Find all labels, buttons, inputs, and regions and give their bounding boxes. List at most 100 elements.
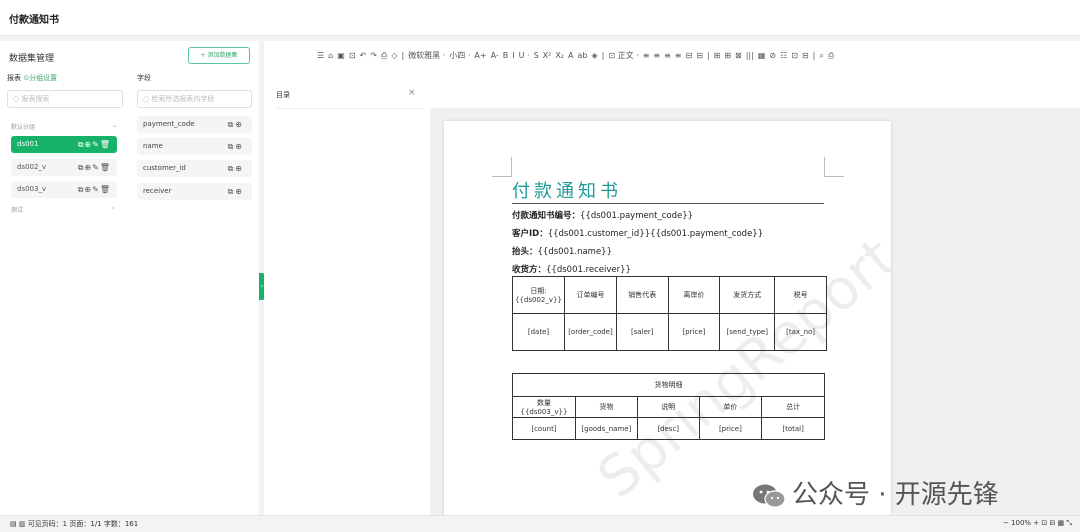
toolbar-button[interactable]: ⌂ [328,51,333,60]
toolbar-button[interactable]: A [568,51,573,60]
chevron-right-icon: › [112,205,115,212]
dataset-actions-icons[interactable]: ⧉⊕✎🗑 [78,159,111,176]
toolbar-button[interactable]: ⊞ [714,51,721,60]
dataset-item[interactable]: ds003_v ⧉⊕✎🗑 [11,181,117,198]
watermark: SpringReport [585,225,891,512]
toolbar-button[interactable]: ↶ [360,51,367,60]
fields-label: 字段 [137,74,151,82]
toolbar-button[interactable]: ⎙ [381,51,387,60]
line-value: {{ds001.customer_id}}{{ds001.payment_cod… [547,229,764,239]
table-header-cell[interactable]: 总计 [761,396,825,418]
report-search-input[interactable]: ○ 报表搜索 [7,90,123,108]
field-name: payment_code [143,120,195,128]
field-actions-icons[interactable]: ⧉⊕ [228,160,244,177]
toolbar-button[interactable]: ⊡ 正文 · [608,51,638,60]
table-header-cell[interactable]: 销售代表 [615,276,669,314]
toolbar-button[interactable]: ≡ [675,51,682,60]
table-header-cell[interactable]: 发货方式 [719,276,776,314]
toolbar-button[interactable]: A- [491,51,499,60]
toolbar-button[interactable]: ▦ [758,51,766,60]
editor-toolbar: ☰ ⌂ ▣ ⊡ ↶ ↷ ⎙ ◇ | 微软雅黑 · 小四 · A+ A- B I U · S X² X₂ Aab ◈ | ⊡ … [317,50,1037,66]
header-name-line[interactable]: 抬头：{{ds001.name}} [512,245,612,257]
toolbar-button[interactable]: ≡ [664,51,671,60]
receiver-line[interactable]: 收货方：{{ds001.receiver}} [512,263,631,275]
toolbar-button[interactable]: ☰ [317,51,324,60]
dataset-name: ds001 [17,140,39,148]
field-item[interactable]: payment_code ⧉⊕ [137,116,252,133]
toolbar-button[interactable]: ⎙ [828,51,834,60]
add-dataset-button[interactable]: + 添加数据集 [188,47,250,64]
toolbar-button[interactable]: X₂ [555,51,564,60]
toolbar-button[interactable]: ⊞ [724,51,731,60]
page-title: 付款通知书 [9,15,59,26]
close-icon[interactable]: × [408,88,416,98]
page-status: ▤ ▥ 可见页码：1 页面：1/1 字数：161 [10,519,138,529]
field-actions-icons[interactable]: ⧉⊕ [228,138,244,155]
table-header-cell[interactable]: 日期:{{ds002_v}} [512,276,565,314]
test-group[interactable]: 测试 › [11,205,127,214]
dataset-item[interactable]: ds002_v ⧉⊕✎🗑 [11,159,117,176]
field-actions-icons[interactable]: ⧉⊕ [228,183,244,200]
top-bar: 付款通知书 [0,0,1080,36]
zoom-out-button[interactable]: − [1003,519,1011,527]
toolbar-button[interactable]: ⌕ [819,51,823,60]
field-actions-icons[interactable]: ⧉⊕ [228,116,244,133]
document-page[interactable]: 付款通知书 付款通知书编号：{{ds001.payment_code}} 客户I… [444,121,891,516]
toolbar-button[interactable]: ||| [746,51,754,60]
toolbar-button[interactable]: ⊟ [686,51,693,60]
table-cell[interactable]: [count] [512,417,576,440]
toolbar-button[interactable]: I [512,51,514,60]
toolbar-button[interactable]: ⊠ [735,51,742,60]
page-view-icon[interactable]: ▤ ▥ [10,520,28,528]
toolbar-button[interactable]: ⊡ [791,51,798,60]
left-panel [0,41,259,515]
field-search-input[interactable]: ○ 检索所选报表内字段 [137,90,252,108]
toolbar-button[interactable]: U · [519,51,530,60]
payment-code-line[interactable]: 付款通知书编号：{{ds001.payment_code}} [512,209,693,221]
group-settings-link[interactable]: ⊙分组设置 [23,74,57,82]
toolbar-button[interactable]: 微软雅黑 · [408,51,445,60]
dataset-actions-icons[interactable]: ⧉⊕✎🗑 [78,181,111,198]
toolbar-button[interactable]: ◈ [591,51,597,60]
table-cell[interactable]: [total] [761,417,825,440]
toolbar-button[interactable]: S [534,51,539,60]
toolbar-button[interactable]: ≡ [643,51,650,60]
table-header-cell[interactable]: 订单编号 [563,276,617,314]
toolbar-button[interactable]: A+ [474,51,486,60]
table-header-cell[interactable]: 货物 [574,396,638,418]
view-mode-icons[interactable]: ⊡ ⊟ ▦ ⤡ [1041,519,1072,527]
app-root: 付款通知书 数据集管理 + 添加数据集 报表 ⊙分组设置 字段 ○ 报表搜索 ○… [0,0,1080,532]
table-cell[interactable]: [price] [667,313,721,351]
toolbar-button[interactable]: ⊟ [696,51,703,60]
toolbar-button[interactable]: ◇ [391,51,397,60]
dataset-item[interactable]: ds001 ⧉⊕✎🗑 [11,136,117,153]
table-header-cell[interactable]: 离岸价 [667,276,721,314]
toolbar-button[interactable]: ⊡ [349,51,356,60]
toolbar-button[interactable]: 小四 · [449,51,470,60]
toolbar-button[interactable]: B [503,51,509,60]
field-item[interactable]: name ⧉⊕ [137,138,252,155]
table-cell[interactable]: [date] [512,313,565,351]
field-item[interactable]: customer_id ⧉⊕ [137,160,252,177]
default-group[interactable]: 默认分组 ⌄ [11,122,127,131]
toolbar-button[interactable]: ⊘ [769,51,776,60]
line-label: 付款通知书编号： [512,211,581,221]
table-header-cell[interactable]: 数量{{ds003_v}} [512,396,576,418]
document-title[interactable]: 付款通知书 [512,177,622,203]
toolbar-button[interactable]: ab [578,51,588,60]
table-cell[interactable]: [order_code] [563,313,617,351]
dataset-actions-icons[interactable]: ⧉⊕✎🗑 [78,136,111,153]
field-item[interactable]: receiver ⧉⊕ [137,183,252,200]
customer-id-line[interactable]: 客户ID：{{ds001.customer_id}}{{ds001.paymen… [512,227,763,239]
toolbar-button[interactable]: X² [543,51,552,60]
toolbar-button[interactable]: ☷ [780,51,787,60]
zoom-in-button[interactable]: + [1031,519,1041,527]
toolbar-button[interactable]: ≡ [653,51,660,60]
toolbar-button[interactable]: ↷ [370,51,377,60]
line-label: 抬头： [512,247,538,257]
toolbar-button[interactable]: ⊟ [802,51,809,60]
table-cell[interactable]: [saler] [615,313,669,351]
field-name: name [143,142,163,150]
toolbar-button[interactable]: ▣ [337,51,345,60]
toolbar-divider: | [812,51,816,60]
